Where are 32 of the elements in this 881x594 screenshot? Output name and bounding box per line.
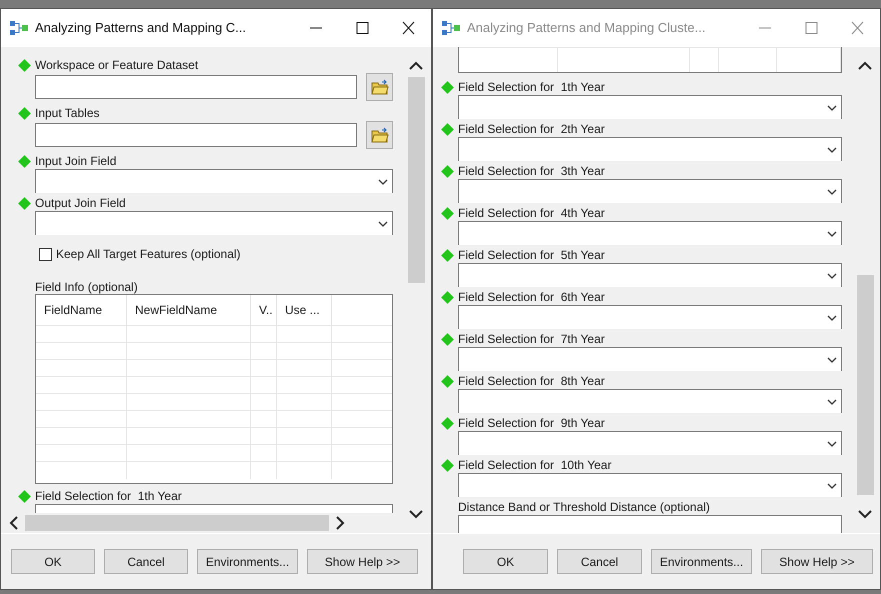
checkbox-label: Keep All Target Features (optional) — [56, 246, 241, 263]
dialog-button[interactable]: Environments... — [651, 549, 752, 574]
field-label: Field Selection for 3th Year — [458, 163, 605, 179]
window-title: Analyzing Patterns and Mapping Cluste... — [467, 19, 706, 38]
dialog-button[interactable]: OK — [463, 549, 548, 574]
field-label: Field Selection for 4th Year — [458, 205, 605, 221]
field-label: Field Selection for 8th Year — [458, 373, 605, 389]
column-header[interactable]: Use ... — [277, 295, 332, 325]
dialog-button[interactable]: Show Help >> — [761, 549, 873, 574]
dialog-button[interactable]: Cancel — [557, 549, 642, 574]
field-label: Input Tables — [35, 105, 100, 121]
field-label: Field Selection for 5th Year — [458, 247, 605, 263]
column-header[interactable]: NewFieldName — [127, 295, 251, 325]
field-label: Field Selection for 1th Year — [35, 488, 182, 504]
column-header[interactable]: V.. — [251, 295, 277, 325]
dialog-button[interactable]: OK — [11, 549, 95, 574]
column-header[interactable]: FieldName — [36, 295, 127, 325]
dialog-button[interactable]: Environments... — [197, 549, 298, 574]
field-label: Workspace or Feature Dataset — [35, 57, 198, 73]
field-label: Field Selection for 6th Year — [458, 289, 605, 305]
dialog-button[interactable]: Show Help >> — [307, 549, 418, 574]
field-label: Field Selection for 9th Year — [458, 415, 605, 431]
field-label: Output Join Field — [35, 195, 126, 211]
field-label: Field Selection for 1th Year — [458, 79, 605, 95]
field-label: Field Info (optional) — [35, 280, 138, 294]
field-label: Field Selection for 2th Year — [458, 121, 605, 137]
field-label: Field Selection for 10th Year — [458, 457, 612, 473]
field-label: Input Join Field — [35, 153, 116, 169]
dialog-button[interactable]: Cancel — [104, 549, 188, 574]
field-label: Distance Band or Threshold Distance (optional) — [458, 499, 710, 515]
window-title: Analyzing Patterns and Mapping C... — [35, 19, 248, 38]
field-label: Field Selection for 7th Year — [458, 331, 605, 347]
